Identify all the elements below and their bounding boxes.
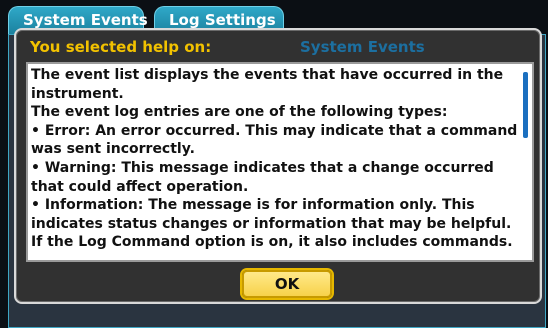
- scrollbar-thumb[interactable]: [523, 72, 528, 138]
- help-text-box[interactable]: The event list displays the events that …: [26, 62, 534, 262]
- ok-button[interactable]: OK: [242, 270, 332, 298]
- help-scrollbar[interactable]: [522, 66, 530, 258]
- help-line: The event log entries are one of the fol…: [31, 104, 448, 121]
- help-header-label: You selected help on:: [30, 38, 212, 56]
- dialog-header: You selected help on: System Events: [30, 38, 530, 60]
- help-topic-title: System Events: [300, 38, 425, 56]
- help-line: The event list displays the events that …: [31, 67, 504, 102]
- help-line: • Warning: This message indicates that a…: [31, 159, 494, 195]
- help-line: • Information: The message is for inform…: [31, 197, 513, 251]
- help-line: • Error: An error occurred. This may ind…: [31, 122, 518, 158]
- help-text: The event list displays the events that …: [31, 66, 519, 252]
- help-dialog: You selected help on: System Events The …: [14, 28, 542, 304]
